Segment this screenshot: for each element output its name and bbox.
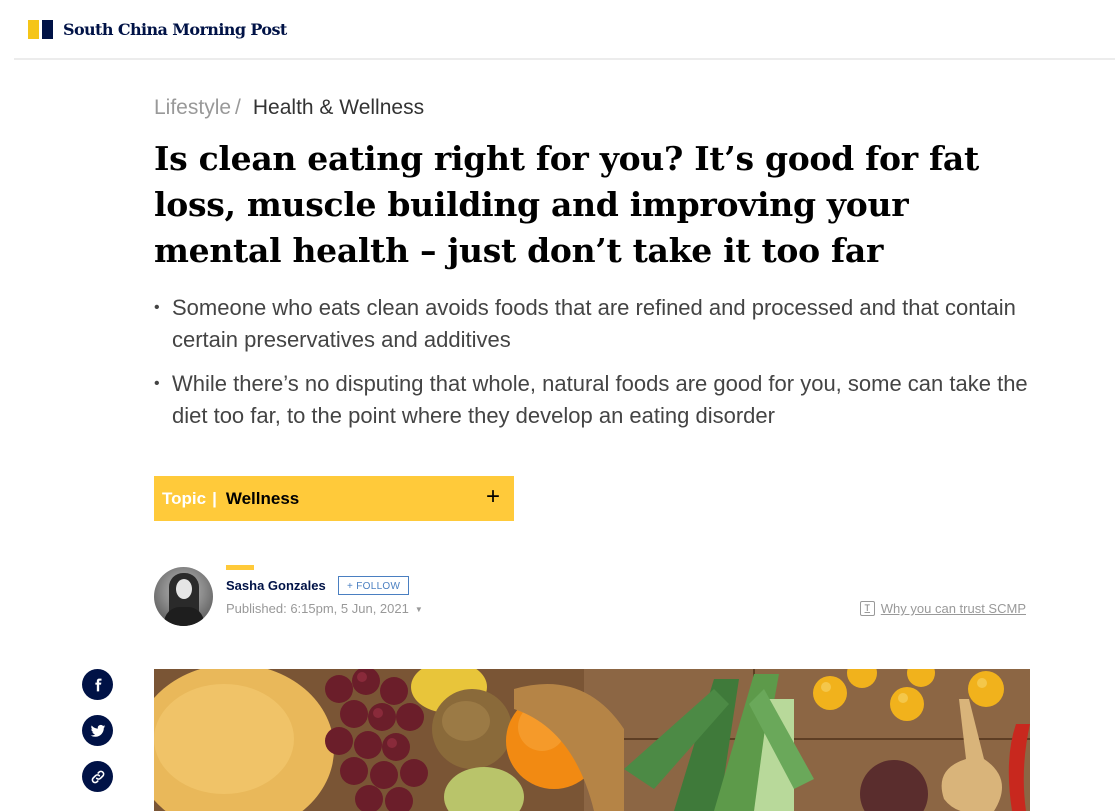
logo-text: South China Morning Post [63, 19, 287, 39]
topic-follow-bar[interactable]: Topic | Wellness + [154, 476, 514, 521]
scmp-logo[interactable]: South China Morning Post [28, 19, 287, 39]
article-summary: Someone who eats clean avoids foods that… [154, 292, 1034, 432]
share-rail [82, 669, 114, 807]
breadcrumb-lifestyle[interactable]: Lifestyle [154, 96, 231, 120]
published-text: Published: 6:15pm, 5 Jun, 2021 [226, 601, 409, 616]
topic-add-icon[interactable]: + [486, 484, 500, 510]
published-date[interactable]: Published: 6:15pm, 5 Jun, 2021 ▼ [226, 601, 423, 616]
twitter-share-button[interactable] [82, 715, 113, 746]
breadcrumb-health-wellness[interactable]: Health & Wellness [253, 96, 424, 120]
summary-point: While there’s no disputing that whole, n… [154, 368, 1032, 432]
trust-icon: T [859, 601, 875, 616]
facebook-icon [94, 678, 101, 691]
topic-divider: | [212, 488, 217, 508]
page: South China Morning Post Lifestyle / Hea… [0, 0, 1115, 811]
breadcrumb-separator: / [235, 96, 241, 119]
topic-label: Topic [162, 488, 207, 508]
breadcrumb: Lifestyle / Health & Wellness [154, 92, 1034, 124]
chevron-down-icon[interactable]: ▼ [415, 605, 423, 614]
author-block: Sasha Gonzales + FOLLOW Published: 6:15p… [154, 565, 1034, 626]
facebook-share-button[interactable] [82, 669, 113, 700]
avatar[interactable] [154, 567, 213, 626]
logo-mark-icon [28, 19, 53, 39]
follow-author-button[interactable]: + FOLLOW [338, 576, 410, 595]
trust-link-text: Why you can trust SCMP [880, 601, 1026, 616]
hero-illustration [154, 669, 1030, 811]
author-accent-bar [226, 565, 254, 570]
hero-image[interactable] [154, 669, 1030, 811]
article-headline: Is clean eating right for you? It’s good… [154, 139, 979, 270]
topic-name[interactable]: Wellness [226, 489, 299, 509]
author-name[interactable]: Sasha Gonzales [226, 578, 326, 593]
link-icon [91, 770, 104, 783]
site-header: South China Morning Post [14, 0, 1115, 60]
article: Lifestyle / Health & Wellness Is clean e… [154, 92, 1034, 626]
trust-scmp-link[interactable]: T Why you can trust SCMP [859, 601, 1026, 616]
copy-link-button[interactable] [82, 761, 113, 792]
twitter-icon [90, 724, 105, 737]
summary-point: Someone who eats clean avoids foods that… [154, 292, 1032, 356]
